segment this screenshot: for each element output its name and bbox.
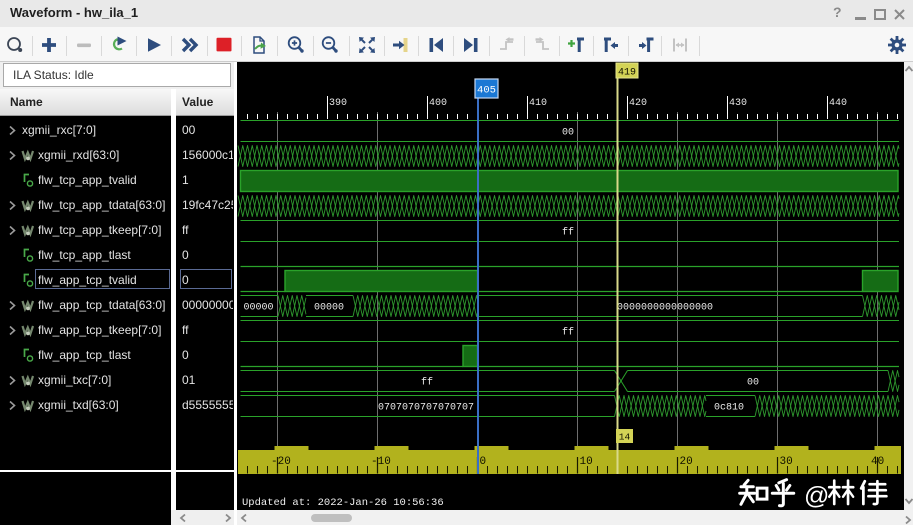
svg-text:@: @ (804, 482, 829, 510)
svg-text:00: 00 (562, 128, 574, 139)
svg-text:14: 14 (619, 432, 631, 443)
svg-text:0707070707070707: 0707070707070707 (378, 403, 474, 414)
svg-text:430: 430 (729, 98, 747, 109)
svg-text:ff: ff (562, 327, 574, 339)
svg-text:420: 420 (629, 98, 647, 109)
svg-text:390: 390 (329, 98, 347, 109)
svg-text:00: 00 (747, 378, 759, 389)
svg-text:ff: ff (562, 227, 574, 239)
svg-text:0000000000000000: 0000000000000000 (617, 303, 713, 314)
svg-text:00000: 00000 (243, 303, 273, 314)
svg-text:10: 10 (580, 456, 593, 468)
svg-text:-10: -10 (371, 456, 391, 468)
svg-text:40: 40 (871, 456, 884, 468)
svg-text:20: 20 (680, 456, 693, 468)
svg-text:00000: 00000 (314, 303, 344, 314)
svg-text:419: 419 (618, 68, 636, 79)
svg-text:0: 0 (480, 456, 487, 468)
svg-text:0c810: 0c810 (714, 403, 744, 414)
svg-text:Updated at: 2022-Jan-26 10:56:: Updated at: 2022-Jan-26 10:56:36 (242, 497, 444, 509)
svg-text:400: 400 (429, 98, 447, 109)
svg-text:405: 405 (477, 85, 496, 97)
svg-text:440: 440 (829, 98, 847, 109)
svg-text:30: 30 (780, 456, 793, 468)
svg-text:410: 410 (529, 98, 547, 109)
svg-text:ff: ff (421, 377, 433, 389)
svg-text:-20: -20 (271, 456, 291, 468)
